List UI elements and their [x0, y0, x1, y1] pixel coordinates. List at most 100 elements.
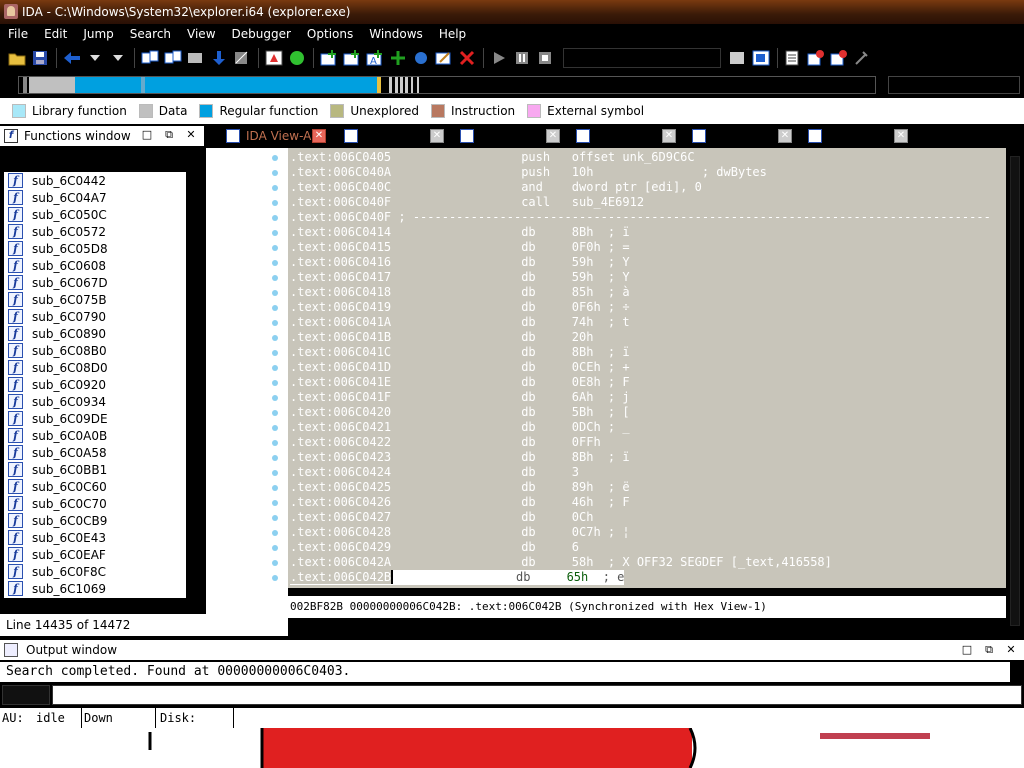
disassembly-line[interactable]: .text:006C0421 db 0DCh ; _: [290, 420, 630, 435]
add-breakpoint-icon[interactable]: [805, 47, 827, 69]
dropdown-arrow-icon[interactable]: [107, 47, 129, 69]
scrollbar-thumb[interactable]: [1010, 156, 1020, 626]
forward-arrow-icon[interactable]: [84, 47, 106, 69]
function-list-item[interactable]: f sub_6C0920: [4, 376, 186, 393]
menu-view[interactable]: View: [179, 24, 223, 44]
disassembly-line[interactable]: .text:006C042B db 65h ; e: [290, 570, 625, 585]
function-list-item[interactable]: f sub_6C09DE: [4, 410, 186, 427]
command-input[interactable]: [52, 685, 1022, 705]
function-list-item[interactable]: f sub_6C0E43: [4, 529, 186, 546]
maximize-icon[interactable]: □: [960, 643, 974, 657]
disassembly-line[interactable]: .text:006C0416 db 59h ; Y: [290, 255, 630, 270]
menu-jump[interactable]: Jump: [75, 24, 121, 44]
function-list-item[interactable]: f sub_6C050C: [4, 206, 186, 223]
tab-imports[interactable]: ✕: [798, 126, 914, 146]
disassembly-line[interactable]: .text:006C0420 db 5Bh ; [: [290, 405, 630, 420]
close-icon[interactable]: ✕: [430, 129, 444, 143]
search-binary-icon[interactable]: [139, 47, 161, 69]
menu-debugger[interactable]: Debugger: [224, 24, 299, 44]
restore-icon[interactable]: ⧉: [982, 643, 996, 657]
disassembly-line[interactable]: .text:006C0423 db 8Bh ; ï: [290, 450, 630, 465]
disassembly-line[interactable]: .text:006C041B db 20h: [290, 330, 593, 345]
debug-window-icon[interactable]: [750, 47, 772, 69]
disassembly-line[interactable]: .text:006C0417 db 59h ; Y: [290, 270, 630, 285]
function-list-item[interactable]: f sub_6C0608: [4, 257, 186, 274]
function-list-item[interactable]: f sub_6C0F8C: [4, 563, 186, 580]
close-icon[interactable]: ✕: [184, 128, 198, 142]
disassembly-line[interactable]: .text:006C041F db 6Ah ; j: [290, 390, 630, 405]
horizontal-scrollbar[interactable]: [288, 618, 1006, 634]
disassembly-line[interactable]: .text:006C0426 db 46h ; F: [290, 495, 630, 510]
disassembly-line[interactable]: .text:006C040A push 10h ; dwBytes: [290, 165, 767, 180]
function-list-item[interactable]: f sub_6C08D0: [4, 359, 186, 376]
function-list-item[interactable]: f sub_6C05D8: [4, 240, 186, 257]
list-icon[interactable]: [782, 47, 804, 69]
disassembly-line[interactable]: .text:006C041E db 0E8h ; F: [290, 375, 630, 390]
function-list-item[interactable]: f sub_6C0CB9: [4, 512, 186, 529]
disassembly-line[interactable]: .text:006C0424 db 3: [290, 465, 579, 480]
functions-scrollbar[interactable]: [186, 172, 204, 598]
save-icon[interactable]: [29, 47, 51, 69]
tab-enums[interactable]: ✕: [682, 126, 798, 146]
function-list-item[interactable]: f sub_6C0890: [4, 325, 186, 342]
disassembly-line[interactable]: .text:006C040C and dword ptr [edi], 0: [290, 180, 702, 195]
disassembly-line[interactable]: .text:006C0415 db 0F0h ; =: [290, 240, 630, 255]
debugger-select[interactable]: [563, 48, 721, 68]
close-icon[interactable]: ✕: [546, 129, 560, 143]
tab-hex-view[interactable]: ✕: [334, 126, 450, 146]
function-list-item[interactable]: f sub_6C0790: [4, 308, 186, 325]
function-list-item[interactable]: f sub_6C0EAF: [4, 546, 186, 563]
menu-file[interactable]: File: [0, 24, 36, 44]
tab-ida-view-a[interactable]: IDA View-A ✕: [216, 126, 332, 146]
separator-line[interactable]: .text:006C040F ; -----------------------…: [290, 210, 991, 225]
menu-search[interactable]: Search: [122, 24, 179, 44]
enum-icon[interactable]: [410, 47, 432, 69]
close-icon[interactable]: ✕: [662, 129, 676, 143]
open-file-icon[interactable]: [6, 47, 28, 69]
create-string-icon[interactable]: A: [364, 47, 386, 69]
maximize-icon[interactable]: □: [140, 128, 154, 142]
function-list-item[interactable]: f sub_6C08B0: [4, 342, 186, 359]
pause-icon[interactable]: [511, 47, 533, 69]
disassembly-line[interactable]: .text:006C042A db 58h ; X OFF32 SEGDEF […: [290, 555, 832, 570]
vertical-scrollbar[interactable]: [1006, 148, 1024, 636]
green-circle-icon[interactable]: [286, 47, 308, 69]
stop-icon[interactable]: [534, 47, 556, 69]
command-language-button[interactable]: [2, 685, 50, 705]
unknown-tool-icon[interactable]: [231, 47, 253, 69]
close-icon[interactable]: ✕: [894, 129, 908, 143]
disassembly-line[interactable]: .text:006C040F call sub_4E6912: [290, 195, 644, 210]
menu-options[interactable]: Options: [299, 24, 361, 44]
close-icon[interactable]: ✕: [778, 129, 792, 143]
create-segment-icon[interactable]: [341, 47, 363, 69]
navigation-band[interactable]: [0, 72, 1024, 98]
jump-down-icon[interactable]: [208, 47, 230, 69]
function-list-item[interactable]: f sub_6C0934: [4, 393, 186, 410]
attach-icon[interactable]: [727, 47, 749, 69]
back-arrow-icon[interactable]: [61, 47, 83, 69]
navigation-band-bar[interactable]: [18, 76, 876, 94]
tools-icon[interactable]: [851, 47, 873, 69]
restore-icon[interactable]: ⧉: [162, 128, 176, 142]
menu-help[interactable]: Help: [431, 24, 474, 44]
disassembly-line[interactable]: .text:006C0414 db 8Bh ; ï: [290, 225, 630, 240]
menu-windows[interactable]: Windows: [361, 24, 431, 44]
menu-edit[interactable]: Edit: [36, 24, 75, 44]
function-list-item[interactable]: f sub_6C0BB1: [4, 461, 186, 478]
function-list-item[interactable]: f sub_6C0C70: [4, 495, 186, 512]
disassembly-line[interactable]: .text:006C0419 db 0F6h ; ÷: [290, 300, 630, 315]
disassembly-line[interactable]: .text:006C041A db 74h ; t: [290, 315, 630, 330]
structure-icon[interactable]: [387, 47, 409, 69]
create-function-icon[interactable]: [318, 47, 340, 69]
disassembly-line[interactable]: .text:006C0428 db 0C7h ; ¦: [290, 525, 630, 540]
close-icon[interactable]: ✕: [312, 129, 326, 143]
function-list-item[interactable]: f sub_6C0442: [4, 172, 186, 189]
breakpoint-list-icon[interactable]: [828, 47, 850, 69]
delete-icon[interactable]: [456, 47, 478, 69]
tab-structures[interactable]: ✕: [566, 126, 682, 146]
disassembly-line[interactable]: .text:006C0422 db 0FFh: [290, 435, 601, 450]
graph-icon[interactable]: [263, 47, 285, 69]
disassembly-line[interactable]: .text:006C0405 push offset unk_6D9C6C: [290, 150, 695, 165]
disassembly-line[interactable]: .text:006C0427 db 0Ch: [290, 510, 593, 525]
play-icon[interactable]: [488, 47, 510, 69]
